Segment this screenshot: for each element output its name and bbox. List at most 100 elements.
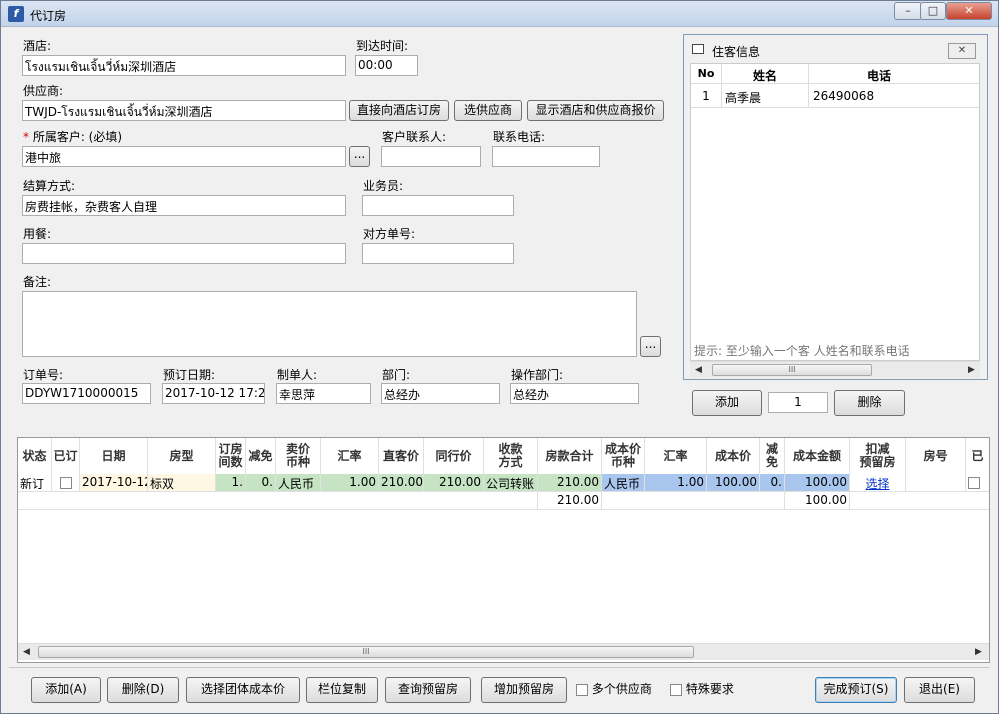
bottom-toolbar: 添加(A) 删除(D) 选择团体成本价 栏位复制 查询预留房 增加预留房 多个供… <box>9 667 990 707</box>
multi-supplier-option[interactable]: 多个供应商 <box>576 680 652 697</box>
col-header: 房号 <box>906 438 966 474</box>
cell-date[interactable]: 2017-10-12 <box>80 474 148 492</box>
totals-spacer-3 <box>850 492 989 510</box>
multi-supplier-label: 多个供应商 <box>591 682 652 696</box>
contact-field[interactable] <box>381 146 481 167</box>
phone-field[interactable] <box>492 146 600 167</box>
scroll-left-icon[interactable]: ◀ <box>690 362 707 378</box>
meal-label: 用餐: <box>23 227 52 241</box>
scroll-right-icon[interactable]: ▶ <box>970 644 987 660</box>
maker-label: 制单人: <box>277 368 318 382</box>
guest-row[interactable]: 1 高季晨 26490068 <box>691 84 979 108</box>
maximize-button[interactable]: □ <box>920 2 946 20</box>
cell-sell-currency[interactable]: 人民币 <box>276 474 321 492</box>
counter-order-label: 对方单号: <box>363 227 416 241</box>
phone-label: 联系电话: <box>493 130 546 144</box>
col-header: 汇率 <box>645 438 707 474</box>
settlement-field[interactable]: 房费挂帐，杂费客人自理 <box>22 195 346 216</box>
op-dept-label: 操作部门: <box>511 368 564 382</box>
settlement-label: 结算方式: <box>23 179 76 193</box>
col-header: 日期 <box>80 438 148 474</box>
salesman-label: 业务员: <box>363 179 404 193</box>
query-reserve-button[interactable]: 查询预留房 <box>385 677 471 703</box>
total-cost: 100.00 <box>785 492 850 510</box>
col-header: 减免 <box>246 438 276 474</box>
guest-hscrollbar[interactable]: ◀ III ▶ <box>690 361 980 378</box>
supplier-field[interactable]: TWJD-โรงแรมเชินเจิ้นวี่ห์ม深圳酒店 <box>22 100 346 121</box>
customer-label-text: 所属客户: (必填) <box>32 130 123 144</box>
col-header: 收款 方式 <box>484 438 538 474</box>
cell-waive[interactable]: 0. <box>246 474 276 492</box>
copy-column-button[interactable]: 栏位复制 <box>306 677 378 703</box>
guest-row-phone[interactable]: 26490068 <box>813 89 874 103</box>
guest-row-name[interactable]: 高季晨 <box>721 84 809 108</box>
exit-button[interactable]: 退出(E) <box>904 677 975 703</box>
guest-row-no: 1 <box>702 89 710 103</box>
cell-cost-currency[interactable]: 人民币 <box>602 474 645 492</box>
guest-delete-button[interactable]: 删除 <box>834 390 905 416</box>
booked-checkbox[interactable] <box>59 476 72 489</box>
special-req-option[interactable]: 特殊要求 <box>670 680 734 697</box>
order-no-label: 订单号: <box>23 368 64 382</box>
choose-reserve-link[interactable]: 选择 <box>865 477 889 491</box>
col-header: 成本价 币种 <box>602 438 645 474</box>
col-header: 扣减 预留房 <box>850 438 906 474</box>
meal-field[interactable] <box>22 243 346 264</box>
grid-hscrollbar[interactable]: ◀ III ▶ <box>18 643 989 660</box>
cell-deduct-reserve[interactable]: 选择 <box>850 474 906 492</box>
special-req-checkbox[interactable] <box>670 683 682 696</box>
arrival-time-field[interactable]: 00:00 <box>355 55 418 76</box>
remarks-field[interactable] <box>22 291 637 357</box>
cell-direct-price[interactable]: 210.00 <box>379 474 424 492</box>
col-no-header: No <box>697 67 715 80</box>
special-req-label: 特殊要求 <box>685 682 734 696</box>
add-row-button[interactable]: 添加(A) <box>31 677 101 703</box>
scroll-right-icon[interactable]: ▶ <box>963 362 980 378</box>
customer-picker-button[interactable]: ... <box>349 146 370 167</box>
scroll-thumb[interactable]: III <box>38 646 694 658</box>
cell-booked[interactable] <box>52 474 80 492</box>
remarks-picker-button[interactable]: ... <box>640 336 661 357</box>
add-reserve-button[interactable]: 增加预留房 <box>481 677 567 703</box>
cell-extra[interactable] <box>966 474 989 492</box>
counter-order-field[interactable] <box>362 243 514 264</box>
hotel-field[interactable]: โรงแรมเชินเจิ้นวี่ห์ม深圳酒店 <box>22 55 346 76</box>
cell-rooms[interactable]: 1. <box>216 474 246 492</box>
op-dept-field[interactable]: 总经办 <box>510 383 639 404</box>
cell-status[interactable]: 新订 <box>18 474 52 492</box>
cell-cost-price[interactable]: 100.00 <box>707 474 760 492</box>
finish-booking-button[interactable]: 完成预订(S) <box>815 677 897 703</box>
choose-supplier-button[interactable]: 选供应商 <box>454 100 522 121</box>
customer-field[interactable]: 港中旅 <box>22 146 346 167</box>
salesman-field[interactable] <box>362 195 514 216</box>
remarks-label: 备注: <box>23 275 52 289</box>
guest-grid[interactable]: No 姓名 电话 1 高季晨 26490068 提示: 至少输入一个客 人姓名和… <box>690 63 980 361</box>
guest-add-button[interactable]: 添加 <box>692 390 762 416</box>
guest-count-field[interactable]: 1 <box>768 392 828 413</box>
col-header: 房款合计 <box>538 438 602 474</box>
maker-field: 幸思萍 <box>276 383 371 404</box>
group-cost-button[interactable]: 选择团体成本价 <box>186 677 300 703</box>
cell-pay-method[interactable]: 公司转账 <box>484 474 538 492</box>
cell-cost-rate[interactable]: 1.00 <box>645 474 707 492</box>
cell-cost-waive[interactable]: 0. <box>760 474 785 492</box>
show-prices-button[interactable]: 显示酒店和供应商报价 <box>527 100 664 121</box>
extra-checkbox[interactable] <box>968 476 980 489</box>
cell-room-no[interactable] <box>906 474 966 492</box>
booking-grid[interactable]: 状态 已订 日期 房型 订房 间数 减免 卖价 币种 汇率 直客价 同行价 收款… <box>17 437 990 663</box>
scroll-left-icon[interactable]: ◀ <box>18 644 35 660</box>
close-icon[interactable]: ✕ <box>948 43 976 59</box>
scroll-thumb[interactable]: III <box>712 364 872 376</box>
col-phone-header: 电话 <box>866 69 891 83</box>
guest-panel-header: 住客信息 ✕ <box>684 35 987 61</box>
minimize-button[interactable]: – <box>894 2 922 20</box>
cell-room-type[interactable]: 标双 <box>148 474 216 492</box>
cell-peer-price[interactable]: 210.00 <box>424 474 484 492</box>
total-room: 210.00 <box>538 492 602 510</box>
direct-hotel-booking-button[interactable]: 直接向酒店订房 <box>349 100 449 121</box>
cell-rate[interactable]: 1.00 <box>321 474 379 492</box>
close-button[interactable]: ✕ <box>946 2 992 20</box>
multi-supplier-checkbox[interactable] <box>576 683 588 696</box>
delete-row-button[interactable]: 删除(D) <box>107 677 179 703</box>
dept-field[interactable]: 总经办 <box>381 383 500 404</box>
